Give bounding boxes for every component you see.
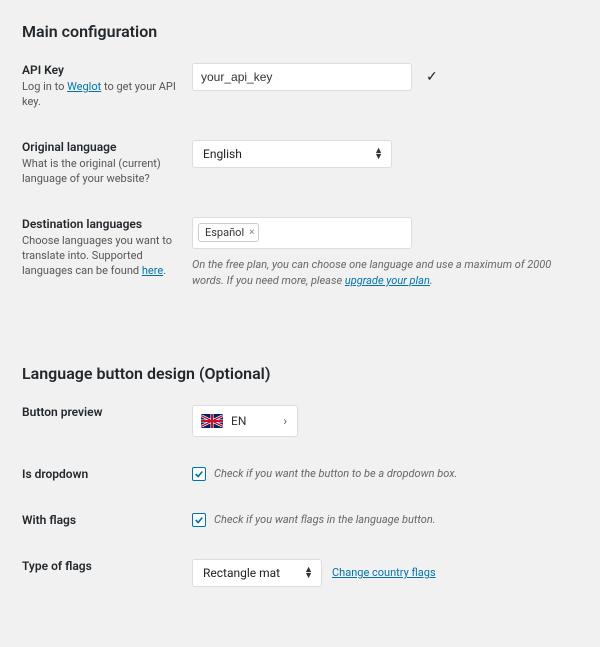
original-language-select[interactable]: English ▲▼: [192, 140, 392, 168]
destination-languages-hint: On the free plan, you can choose one lan…: [192, 257, 578, 290]
row-with-flags: With flags Check if you want flags in th…: [22, 513, 578, 529]
with-flags-desc: Check if you want flags in the language …: [214, 513, 436, 526]
api-key-input[interactable]: [192, 63, 412, 91]
upgrade-plan-link[interactable]: upgrade your plan: [345, 274, 430, 287]
row-destination-languages: Destination languages Choose languages y…: [22, 217, 578, 290]
check-icon: [194, 469, 204, 479]
destination-languages-input[interactable]: Español ×: [192, 217, 412, 249]
language-button-code: EN: [231, 414, 246, 428]
weglot-link[interactable]: Weglot: [67, 80, 101, 93]
destination-language-tag: Español ×: [198, 223, 259, 242]
type-of-flags-select[interactable]: Rectangle mat ▲▼: [192, 559, 322, 587]
original-language-label: Original language: [22, 140, 176, 154]
row-is-dropdown: Is dropdown Check if you want the button…: [22, 467, 578, 483]
destination-language-tag-label: Español: [205, 226, 244, 239]
is-dropdown-checkbox[interactable]: [192, 467, 206, 481]
check-icon: [194, 515, 204, 525]
type-of-flags-label: Type of flags: [22, 559, 176, 573]
destination-languages-desc: Choose languages you want to translate i…: [22, 233, 176, 279]
uk-flag-icon: [201, 414, 223, 428]
original-language-desc: What is the original (current) language …: [22, 156, 176, 187]
chevron-right-icon: ›: [283, 414, 287, 428]
api-key-desc: Log in to Weglot to get your API key.: [22, 79, 176, 110]
row-original-language: Original language What is the original (…: [22, 140, 578, 187]
api-key-valid-icon: ✓: [426, 69, 438, 85]
row-type-of-flags: Type of flags Rectangle mat ▲▼ Change co…: [22, 559, 578, 587]
section-main-config-title: Main configuration: [22, 22, 578, 41]
row-api-key: API Key Log in to Weglot to get your API…: [22, 63, 578, 110]
is-dropdown-label: Is dropdown: [22, 467, 176, 481]
remove-tag-icon[interactable]: ×: [249, 227, 254, 238]
select-arrows-icon: ▲▼: [304, 567, 313, 579]
language-button-preview[interactable]: EN ›: [192, 405, 298, 437]
change-country-flags-link[interactable]: Change country flags: [332, 566, 436, 579]
api-key-label: API Key: [22, 63, 176, 77]
destination-languages-label: Destination languages: [22, 217, 176, 231]
is-dropdown-desc: Check if you want the button to be a dro…: [214, 467, 457, 480]
select-arrows-icon: ▲▼: [374, 148, 383, 160]
with-flags-checkbox[interactable]: [192, 513, 206, 527]
with-flags-label: With flags: [22, 513, 176, 527]
original-language-value: English: [203, 147, 242, 161]
row-button-preview: Button preview EN ›: [22, 405, 578, 437]
section-button-design-title: Language button design (Optional): [22, 364, 578, 383]
type-of-flags-value: Rectangle mat: [203, 566, 280, 580]
button-preview-label: Button preview: [22, 405, 176, 419]
supported-languages-link[interactable]: here: [142, 264, 163, 277]
